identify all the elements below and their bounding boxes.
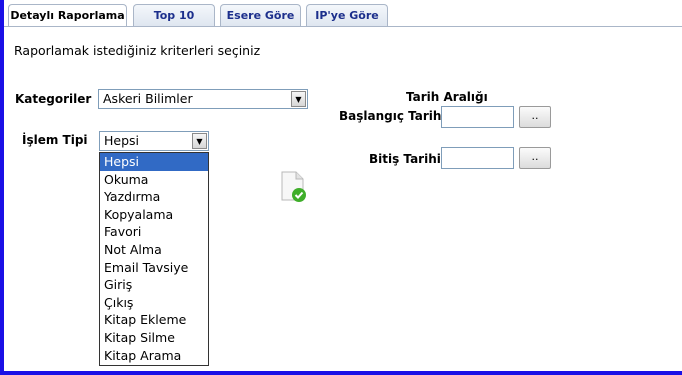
tab-top-10[interactable]: Top 10 [133,4,215,26]
bitis-date-picker-button[interactable]: .. [519,147,551,169]
window-frame-left [0,0,4,375]
tab-ipye-gore[interactable]: IP'ye Göre [306,4,388,26]
option-yazdirma[interactable]: Yazdırma [100,188,208,206]
islem-tipi-dropdown-list: Hepsi Okuma Yazdırma Kopyalama Favori No… [99,152,209,366]
option-hepsi[interactable]: Hepsi [100,153,208,171]
chevron-down-icon[interactable]: ▼ [192,133,207,149]
option-cikis[interactable]: Çıkış [100,294,208,312]
bitis-tarihi-label: Bitiş Tarihi [369,152,441,166]
islem-tipi-select[interactable]: Hepsi ▼ [99,131,209,151]
option-kitap-silme[interactable]: Kitap Silme [100,329,208,347]
option-not-alma[interactable]: Not Alma [100,241,208,259]
document-check-icon[interactable] [279,170,309,204]
option-okuma[interactable]: Okuma [100,171,208,189]
option-kitap-ekleme[interactable]: Kitap Ekleme [100,311,208,329]
tab-esere-gore[interactable]: Esere Göre [220,4,301,26]
option-kitap-arama[interactable]: Kitap Arama [100,347,208,365]
option-favori[interactable]: Favori [100,223,208,241]
kategoriler-label: Kategoriler [15,92,92,106]
islem-tipi-label: İşlem Tipi [22,133,88,147]
chevron-down-icon[interactable]: ▼ [291,91,306,107]
baslangic-tarihi-input[interactable] [441,106,514,128]
option-email-tavsiye[interactable]: Email Tavsiye [100,259,208,277]
window-frame-bottom [0,371,682,375]
kategoriler-selected-value: Askeri Bilimler [103,91,193,106]
bitis-tarihi-input[interactable] [441,147,514,169]
tab-divider [4,26,682,27]
baslangic-date-picker-button[interactable]: .. [519,106,551,128]
intro-text: Raporlamak istediğiniz kriterleri seçini… [14,43,261,58]
tab-detayli-raporlama[interactable]: Detaylı Raporlama [8,4,127,27]
baslangic-tarihi-label: Başlangıç Tarihi [339,109,446,123]
islem-tipi-selected-value: Hepsi [104,133,140,148]
option-giris[interactable]: Giriş [100,276,208,294]
kategoriler-select[interactable]: Askeri Bilimler ▼ [98,89,308,109]
tarih-araligi-heading: Tarih Aralığı [406,90,488,104]
option-kopyalama[interactable]: Kopyalama [100,206,208,224]
